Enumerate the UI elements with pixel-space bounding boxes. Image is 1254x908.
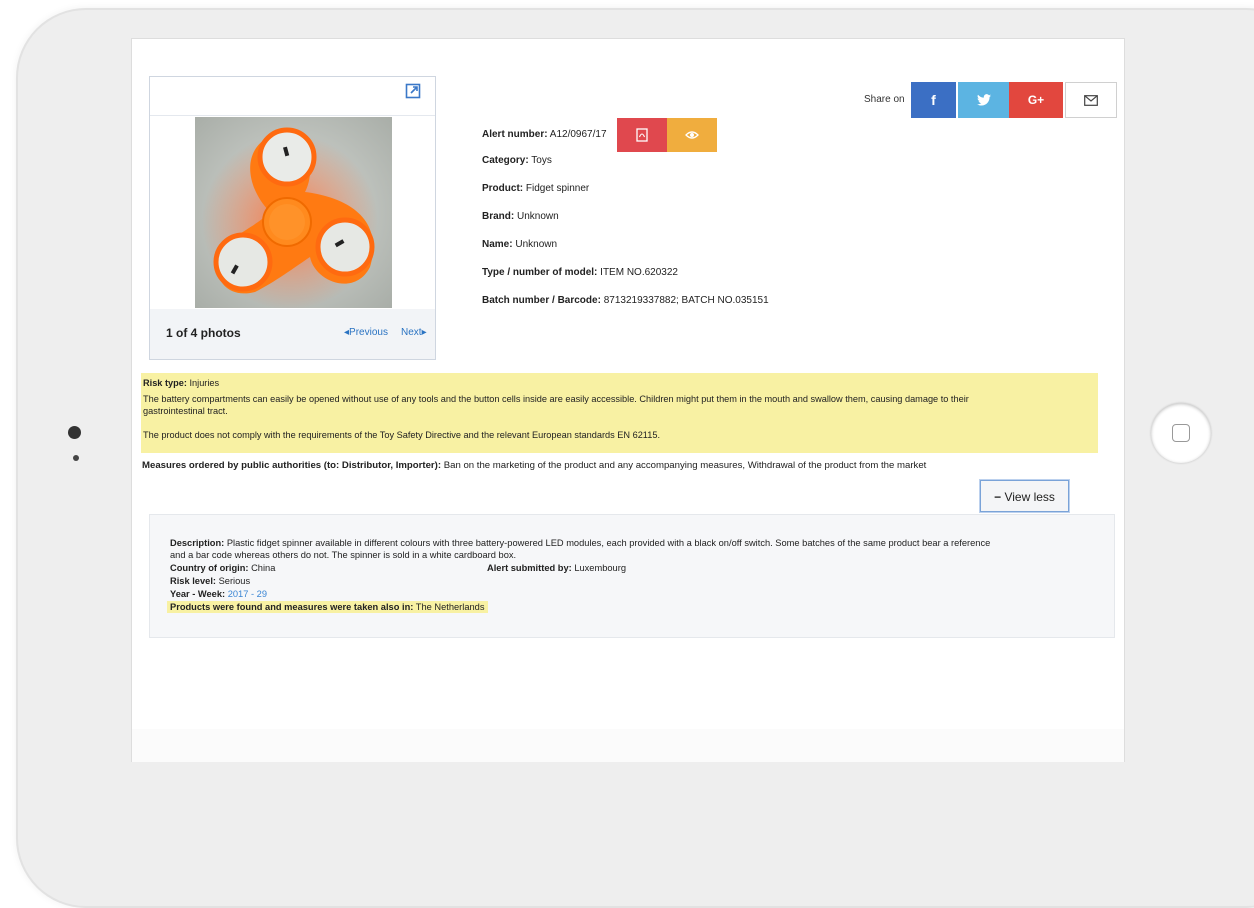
year-week-row: Year - Week: 2017 - 29	[170, 588, 267, 600]
measures-value: Ban on the marketing of the product and …	[443, 460, 927, 471]
category-value: Toys	[531, 155, 552, 166]
google-plus-share-button[interactable]: G+	[1009, 82, 1063, 118]
name-row: Name: Unknown	[482, 239, 557, 250]
risk-type: Risk type: Injuries	[143, 377, 1096, 389]
product-value: Fidget spinner	[525, 183, 590, 194]
view-button[interactable]	[667, 118, 717, 152]
model-value: ITEM NO.620322	[600, 267, 678, 278]
category-label: Category:	[482, 155, 529, 166]
brand-label: Brand:	[482, 211, 515, 222]
view-less-button[interactable]: − View less	[980, 480, 1069, 512]
pdf-button[interactable]	[617, 118, 667, 152]
email-share-button[interactable]	[1065, 82, 1117, 118]
category-row: Category: Toys	[482, 155, 552, 166]
product-row: Product: Fidget spinner	[482, 183, 589, 194]
measures-row: Measures ordered by public authorities (…	[142, 460, 926, 471]
screen: 1 of 4 photos ◂Previous Next▸ Alert numb…	[131, 38, 1125, 762]
risk-text-1: The battery compartments can easily be o…	[143, 394, 969, 404]
found-value: The Netherlands	[415, 602, 485, 612]
risk-type-label: Risk type:	[143, 378, 187, 388]
photo-gallery: 1 of 4 photos ◂Previous Next▸	[149, 76, 436, 360]
facebook-icon: f	[931, 92, 936, 108]
next-photo-link[interactable]: Next▸	[401, 327, 427, 338]
brand-row: Brand: Unknown	[482, 211, 559, 222]
bottom-strip	[132, 729, 1124, 762]
view-less-label: View less	[1004, 490, 1055, 504]
year-week-label: Year - Week:	[170, 589, 226, 599]
mail-icon	[1084, 95, 1098, 106]
photo-count: 1 of 4 photos	[166, 326, 241, 340]
risk-level-row: Risk level: Serious	[170, 575, 250, 587]
description-line-1: Description: Plastic fidget spinner avai…	[170, 537, 990, 549]
model-row: Type / number of model: ITEM NO.620322	[482, 267, 678, 278]
submitted-value: Luxembourg	[574, 563, 626, 573]
home-square-icon	[1172, 424, 1190, 442]
facebook-share-button[interactable]: f	[911, 82, 956, 118]
share-label: Share on	[864, 94, 905, 105]
risk-level-value: Serious	[218, 576, 251, 586]
risk-text-2: The product does not comply with the req…	[143, 430, 661, 440]
twitter-icon	[976, 94, 991, 106]
next-label: Next	[401, 327, 422, 338]
origin-value: China	[251, 563, 276, 573]
previous-photo-link[interactable]: ◂Previous	[344, 327, 388, 338]
photo-footer: 1 of 4 photos ◂Previous Next▸	[150, 309, 435, 359]
home-button[interactable]	[1151, 403, 1211, 463]
brand-value: Unknown	[517, 211, 559, 222]
name-label: Name:	[482, 239, 513, 250]
photo-toolbar	[150, 77, 435, 116]
google-plus-icon: G+	[1027, 93, 1045, 107]
risk-type-value: Injuries	[189, 378, 220, 388]
found-highlight: Products were found and measures were ta…	[167, 601, 488, 613]
submitted-row: Alert submitted by: Luxembourg	[487, 562, 626, 574]
eye-icon	[685, 131, 699, 139]
alert-number-label: Alert number:	[482, 129, 548, 140]
name-value: Unknown	[515, 239, 558, 250]
minus-icon: −	[994, 490, 1002, 504]
product-photo[interactable]	[195, 117, 392, 308]
batch-label: Batch number / Barcode:	[482, 295, 601, 306]
expand-icon[interactable]	[405, 83, 421, 99]
origin-label: Country of origin:	[170, 563, 249, 573]
risk-section: Risk type: Injuries The battery compartm…	[141, 373, 1098, 453]
risk-text-1b: gastrointestinal tract.	[143, 406, 228, 416]
year-week-link[interactable]: 2017 - 29	[228, 589, 267, 599]
submitted-label: Alert submitted by:	[487, 563, 572, 573]
batch-value: 8713219337882; BATCH NO.035151	[603, 295, 769, 306]
alert-number-row: Alert number: A12/0967/17	[482, 129, 607, 140]
batch-row: Batch number / Barcode: 8713219337882; B…	[482, 295, 769, 306]
camera-icon	[68, 426, 81, 439]
twitter-share-button[interactable]	[958, 82, 1009, 118]
risk-level-label: Risk level:	[170, 576, 216, 586]
found-row: Products were found and measures were ta…	[167, 601, 488, 613]
description-label: Description:	[170, 538, 225, 548]
alert-number-value: A12/0967/17	[549, 129, 607, 140]
origin-row: Country of origin: China	[170, 562, 275, 574]
description-text: Plastic fidget spinner available in diff…	[226, 538, 991, 548]
model-label: Type / number of model:	[482, 267, 598, 278]
product-label: Product:	[482, 183, 524, 194]
pdf-icon	[636, 128, 648, 142]
previous-label: Previous	[349, 327, 388, 338]
measures-label: Measures ordered by public authorities (…	[142, 460, 442, 471]
description-panel: Description: Plastic fidget spinner avai…	[149, 514, 1115, 638]
description-line-2: and a bar code whereas others do not. Th…	[170, 550, 517, 560]
sensor-dot	[73, 455, 79, 461]
found-label: Products were found and measures were ta…	[170, 602, 414, 612]
